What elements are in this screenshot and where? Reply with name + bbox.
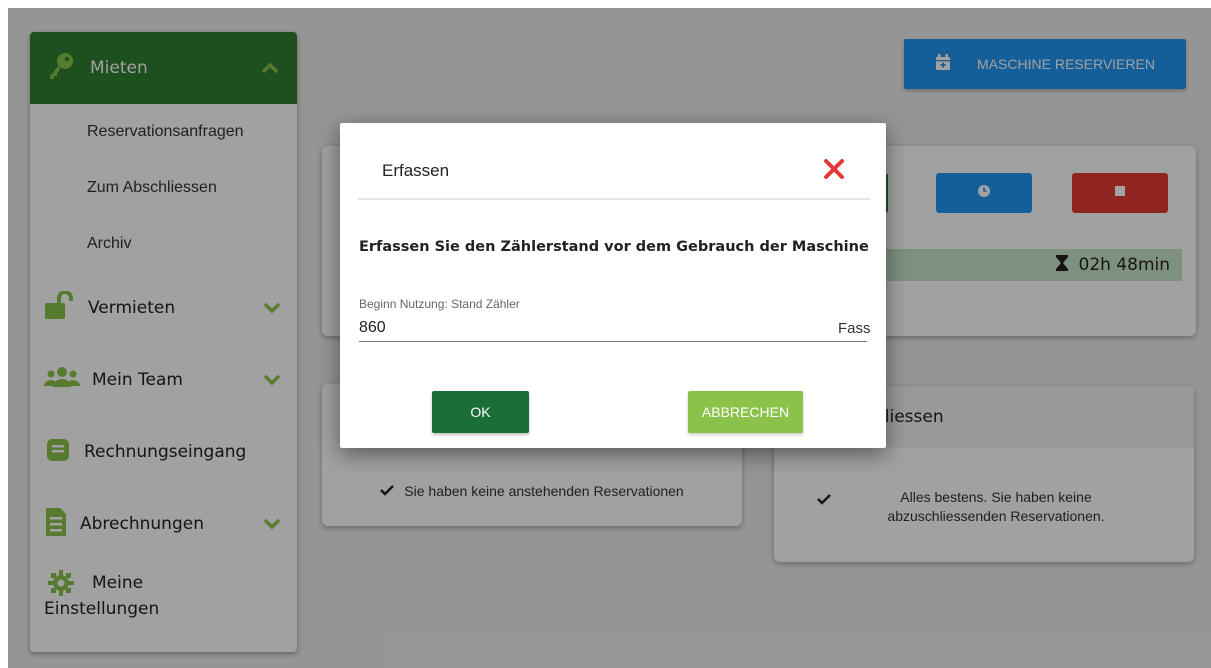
meter-unit: Fass: [838, 320, 871, 337]
meter-field-underline: [359, 341, 867, 342]
capture-dialog: Erfassen Erfassen Sie den Zählerstand vo…: [340, 123, 886, 448]
meter-reading-input[interactable]: [359, 316, 799, 340]
dialog-title: Erfassen: [382, 161, 450, 180]
dialog-divider: [358, 198, 870, 200]
ok-button[interactable]: OK: [432, 391, 529, 433]
cancel-button[interactable]: ABBRECHEN: [688, 391, 803, 433]
app-root: Mieten Reservationsanfragen Zum Abschlie…: [8, 8, 1211, 668]
meter-field-label: Beginn Nutzung: Stand Zähler: [359, 297, 520, 311]
close-icon[interactable]: [822, 157, 846, 181]
dialog-question: Erfassen Sie den Zählerstand vor dem Geb…: [359, 239, 869, 255]
